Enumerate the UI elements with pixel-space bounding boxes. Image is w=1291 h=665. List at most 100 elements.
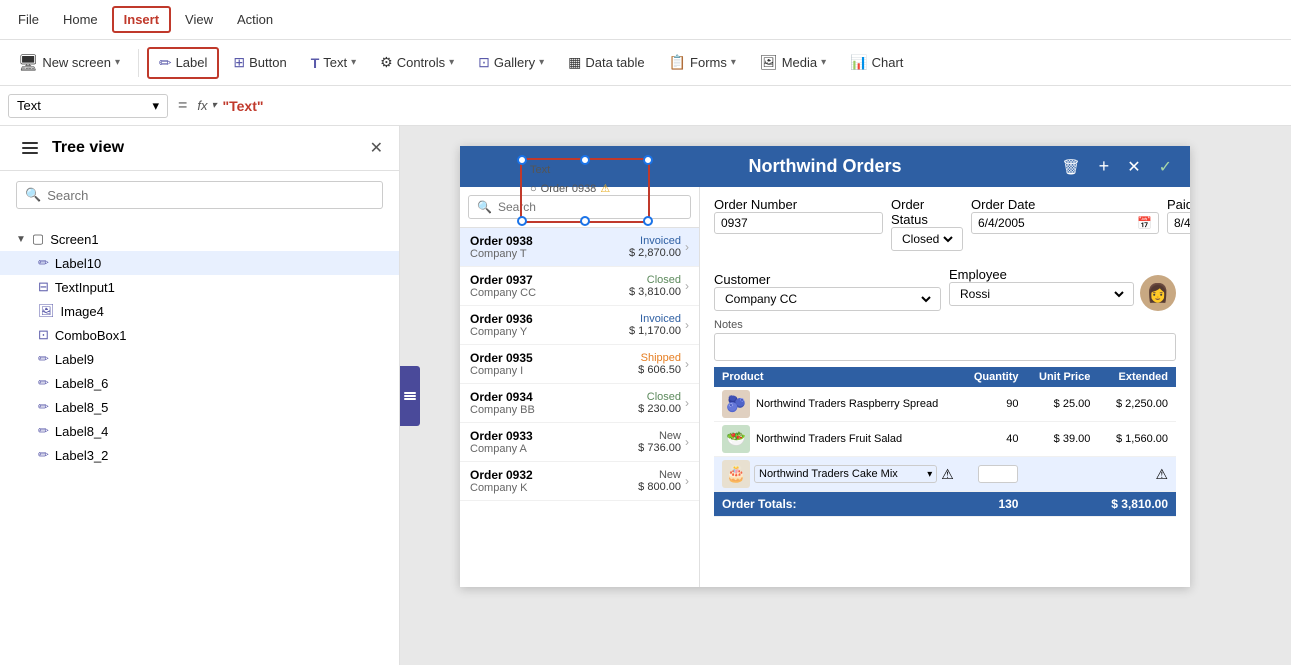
order-status-dropdown[interactable]: Closed <box>898 231 956 247</box>
add-button[interactable]: + <box>1093 154 1116 179</box>
order-number-input[interactable]: 0937 <box>714 212 883 234</box>
qty-input[interactable] <box>978 465 1018 483</box>
notes-input[interactable] <box>714 333 1176 361</box>
product-qty-edit[interactable] <box>962 457 1027 492</box>
order-date-value[interactable]: 6/4/2005 <box>978 216 1133 230</box>
check-button[interactable]: ✓ <box>1153 154 1178 179</box>
order-row-0933[interactable]: Order 0933 Company A New $ 736.00 › <box>460 423 699 462</box>
fx-chevron-icon: ▾ <box>211 100 216 111</box>
menu-view[interactable]: View <box>175 8 223 31</box>
gallery-icon: ⊡ <box>478 54 490 71</box>
tree-label-label8-6: Label8_6 <box>55 376 109 391</box>
order-col-0932: New $ 800.00 <box>638 469 681 493</box>
chart-icon: 📊 <box>850 54 867 71</box>
chart-button[interactable]: 📊 Chart <box>840 49 913 76</box>
quantity-col-header: Quantity <box>962 367 1027 387</box>
tree-item-label9[interactable]: ✏ Label9 <box>0 347 399 371</box>
menu-action[interactable]: Action <box>227 8 283 31</box>
order-row-0937[interactable]: Order 0937 Company CC Closed $ 3,810.00 … <box>460 267 699 306</box>
datatable-label: Data table <box>585 55 644 70</box>
employee-select[interactable]: Rossi <box>949 282 1134 306</box>
order-row-0936[interactable]: Order 0936 Company Y Invoiced $ 1,170.00… <box>460 306 699 345</box>
order-status-0935: Shipped <box>638 352 681 364</box>
order-num-0932: Order 0932 <box>470 468 638 482</box>
order-row-0935[interactable]: Order 0935 Company I Shipped $ 606.50 › <box>460 345 699 384</box>
customer-select[interactable]: Company CC <box>714 287 941 311</box>
formula-selector[interactable]: Text ▾ <box>8 94 168 118</box>
detail-fields-row1: Order Number 0937 Order Status Closed <box>714 197 1176 251</box>
forms-button[interactable]: 📋 Forms ▾ <box>659 49 746 76</box>
menu-home[interactable]: Home <box>53 8 108 31</box>
sidebar-search-box[interactable]: 🔍 <box>16 181 383 209</box>
selected-element-overlay[interactable]: Text ○ Order 0938 ⚠ <box>520 158 650 223</box>
order-chevron-icon-0933: › <box>685 435 689 449</box>
label-icon2: ✏ <box>38 255 49 271</box>
formula-bar: Text ▾ = fx ▾ "Text" <box>0 86 1291 126</box>
canvas-area: Text ○ Order 0938 ⚠ Northwind Orders 🗑 +… <box>400 126 1291 665</box>
screen-icon: ▢ <box>32 231 44 247</box>
resize-handle-tm[interactable] <box>580 155 590 165</box>
tree-item-textinput1[interactable]: ⊟ TextInput1 <box>0 275 399 299</box>
resize-handle-bl[interactable] <box>517 216 527 226</box>
close-x-button[interactable]: ✕ <box>1121 154 1146 179</box>
paid-date-value[interactable]: 8/4/2006 <box>1174 216 1190 230</box>
customer-dropdown[interactable]: Company CC <box>721 291 934 307</box>
paid-date-field: Paid Date 8/4/2006 📅 <box>1167 197 1190 251</box>
product-extended-1: $ 1,560.00 <box>1098 422 1176 457</box>
tree-item-label10[interactable]: ✏ Label10 <box>0 251 399 275</box>
order-status-0937: Closed <box>629 274 681 286</box>
label-icon3: ✏ <box>38 351 49 367</box>
tree-item-label8-5[interactable]: ✏ Label8_5 <box>0 395 399 419</box>
tree-item-label8-4[interactable]: ✏ Label8_4 <box>0 419 399 443</box>
text-button[interactable]: T Text ▾ <box>301 50 366 76</box>
calendar-icon[interactable]: 📅 <box>1137 216 1152 230</box>
label-button[interactable]: ✏ Label <box>147 47 219 79</box>
paid-date-input[interactable]: 8/4/2006 📅 <box>1167 212 1190 234</box>
controls-button[interactable]: ⚙ Controls ▾ <box>370 49 464 76</box>
order-date-input[interactable]: 6/4/2005 📅 <box>971 212 1159 234</box>
employee-dropdown[interactable]: Rossi <box>956 286 1127 302</box>
new-screen-button[interactable]: 🖥 New screen ▾ <box>8 48 130 78</box>
order-date-field: Order Date 6/4/2005 📅 <box>971 197 1159 251</box>
resize-handle-tl[interactable] <box>517 155 527 165</box>
order-number-field: Order Number 0937 <box>714 197 883 251</box>
employee-field: Employee Rossi 👩 <box>949 261 1176 311</box>
radio-icon: ○ <box>530 183 537 195</box>
tree-label-label8-4: Label8_4 <box>55 424 109 439</box>
menu-insert[interactable]: Insert <box>112 6 171 33</box>
order-status-select[interactable]: Closed <box>891 227 963 251</box>
button-button[interactable]: ⊞ Button <box>223 49 296 76</box>
chart-label: Chart <box>872 55 904 70</box>
order-chevron-icon-0938: › <box>685 240 689 254</box>
label-icon7: ✏ <box>38 447 49 463</box>
hamburger-icon[interactable] <box>16 136 44 160</box>
close-icon[interactable]: ✕ <box>370 138 383 158</box>
resize-handle-bm[interactable] <box>580 216 590 226</box>
order-num-0935: Order 0935 <box>470 351 638 365</box>
customer-label: Customer <box>714 272 770 287</box>
order-status-0936: Invoiced <box>629 313 681 325</box>
delete-button[interactable]: 🗑 <box>1056 154 1087 179</box>
order-number-value[interactable]: 0937 <box>721 216 876 230</box>
menu-file[interactable]: File <box>8 8 49 31</box>
tree-item-screen1[interactable]: ▼ ▢ Screen1 <box>0 227 399 251</box>
tree-item-combobox1[interactable]: ⊡ ComboBox1 <box>0 323 399 347</box>
tree-item-label8-6[interactable]: ✏ Label8_6 <box>0 371 399 395</box>
layer-tab[interactable] <box>400 366 420 426</box>
resize-handle-tr[interactable] <box>643 155 653 165</box>
order-row-0934[interactable]: Order 0934 Company BB Closed $ 230.00 › <box>460 384 699 423</box>
gallery-button[interactable]: ⊡ Gallery ▾ <box>468 49 554 76</box>
tree-item-image4[interactable]: 🖼 Image4 <box>0 299 399 323</box>
product-thumb-0: 🫐 <box>722 390 750 418</box>
order-row-0938[interactable]: Order 0938 Company T Invoiced $ 2,870.00… <box>460 228 699 267</box>
resize-handle-br[interactable] <box>643 216 653 226</box>
datatable-button[interactable]: ▦ Data table <box>558 49 655 76</box>
tree-label-label9: Label9 <box>55 352 94 367</box>
sidebar-search-input[interactable] <box>47 188 374 203</box>
product-dropdown[interactable]: Northwind Traders Cake Mix ▾ <box>754 465 937 483</box>
tree-item-label3-2[interactable]: ✏ Label3_2 <box>0 443 399 467</box>
order-status-0932: New <box>638 469 681 481</box>
product-qty-1: 40 <box>962 422 1027 457</box>
order-row-0932[interactable]: Order 0932 Company K New $ 800.00 › <box>460 462 699 501</box>
media-button[interactable]: 🖼 Media ▾ <box>750 49 836 76</box>
